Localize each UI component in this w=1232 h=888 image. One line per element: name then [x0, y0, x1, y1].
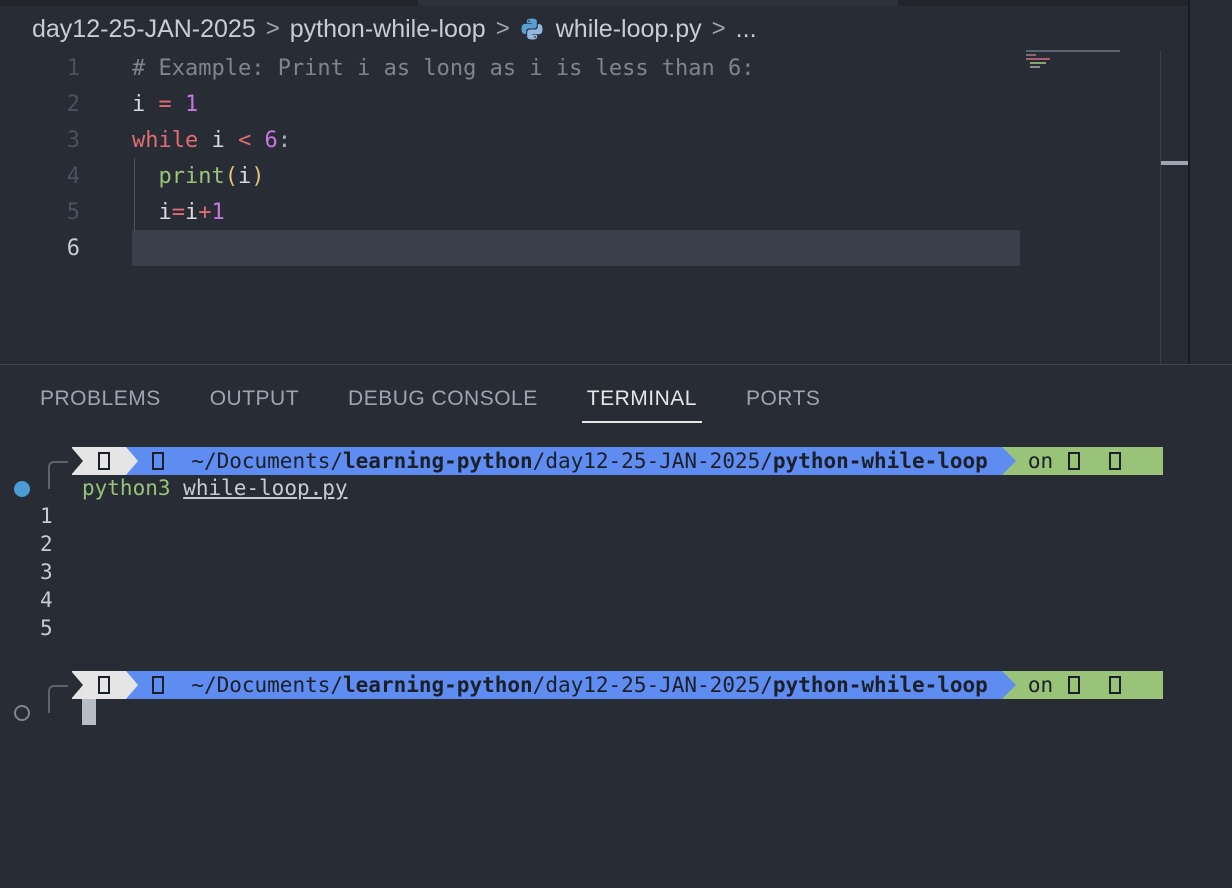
terminal[interactable]: ~/Documents/learning-python/day12-25-JAN…	[0, 365, 1232, 888]
prompt-connector	[48, 685, 68, 713]
terminal-command: python3 while-loop.py	[82, 476, 348, 500]
git-on-label: on	[1027, 673, 1054, 697]
path-prefix: ~/Documents/	[191, 449, 344, 473]
minimap-line	[1026, 50, 1120, 52]
editor-scrollbar[interactable]	[1160, 50, 1188, 364]
command-program: python3	[82, 476, 171, 500]
path-segment: ~/Documents/learning-python/day12-25-JAN…	[126, 447, 1016, 475]
bottom-panel: PROBLEMS OUTPUT DEBUG CONSOLE TERMINAL P…	[0, 364, 1232, 888]
terminal-output-line: 3	[40, 560, 53, 584]
minimap-line	[1026, 58, 1050, 60]
code-text: print(i)	[158, 163, 265, 189]
line-number: 1	[66, 55, 80, 81]
code-text: i=i+1	[158, 199, 225, 225]
terminal-cursor	[82, 699, 96, 725]
minimap-line	[1026, 54, 1036, 56]
code-line[interactable]: 2 i = 1	[0, 86, 1160, 122]
breadcrumb-symbols[interactable]: ...	[736, 15, 757, 44]
prompt-connector	[48, 461, 68, 489]
os-segment	[71, 671, 138, 699]
path-part: python-while-loop	[772, 673, 988, 697]
active-tab-indicator	[418, 0, 898, 6]
code-comment: # Example: Print i as long as i is less …	[132, 55, 755, 81]
minimap[interactable]	[1026, 48, 1136, 78]
line-number: 4	[66, 163, 80, 189]
code-text: i = 1	[132, 91, 199, 117]
breadcrumb: day12-25-JAN-2025 > python-while-loop > …	[32, 12, 757, 46]
code-text: while i < 6:	[132, 127, 291, 153]
path-prefix: ~/Documents/	[191, 673, 344, 697]
git-branch-icon	[1067, 452, 1080, 470]
path-part: /day12-25-JAN-2025/	[532, 673, 773, 697]
terminal-os-icon	[98, 676, 110, 694]
code-line[interactable]: 1 # Example: Print i as long as i is les…	[0, 50, 1160, 86]
line-number: 6	[66, 235, 80, 261]
code-line[interactable]: 5 i=i+1	[0, 194, 1160, 230]
path-part: /day12-25-JAN-2025/	[532, 449, 773, 473]
path-part: python-while-loop	[772, 449, 988, 473]
path-segment: ~/Documents/learning-python/day12-25-JAN…	[126, 671, 1016, 699]
os-segment	[71, 447, 138, 475]
git-on-label: on	[1027, 449, 1054, 473]
editor-tab-strip	[0, 0, 1188, 6]
terminal-output-line: 2	[40, 532, 53, 556]
breadcrumb-folder-python-while-loop[interactable]: python-while-loop	[290, 15, 486, 44]
code-line[interactable]: 6	[0, 230, 1160, 266]
git-branch-icon	[1067, 676, 1080, 694]
code-editor[interactable]: 1 # Example: Print i as long as i is les…	[0, 50, 1160, 364]
folder-icon	[152, 452, 164, 470]
terminal-os-icon	[98, 452, 110, 470]
editor-scrollbar-thumb[interactable]	[1161, 161, 1188, 165]
path-part: learning-python	[343, 449, 533, 473]
code-line[interactable]: 4 print(i)	[0, 158, 1160, 194]
command-file-link[interactable]: while-loop.py	[183, 476, 347, 500]
terminal-output-line: 5	[40, 616, 53, 640]
minimap-line	[1030, 66, 1040, 68]
line-number: 3	[66, 127, 80, 153]
minimap-line	[1030, 62, 1046, 64]
python-file-icon	[521, 18, 543, 40]
terminal-output-line: 1	[40, 504, 53, 528]
git-status-icon	[1109, 452, 1122, 470]
command-pending-dot[interactable]	[14, 705, 30, 721]
git-segment: on	[1001, 671, 1164, 699]
breadcrumb-folder-day12[interactable]: day12-25-JAN-2025	[32, 15, 256, 44]
chevron-right-icon: >	[265, 15, 280, 42]
terminal-output-line: 4	[40, 588, 53, 612]
breadcrumb-file[interactable]: while-loop.py	[556, 15, 702, 44]
chevron-right-icon: >	[495, 15, 510, 42]
chevron-right-icon: >	[711, 15, 726, 42]
git-segment: on	[1001, 447, 1164, 475]
path-part: learning-python	[343, 673, 533, 697]
code-line[interactable]: 3 while i < 6:	[0, 122, 1160, 158]
command-success-dot[interactable]	[14, 481, 30, 497]
line-number: 5	[66, 199, 80, 225]
side-gutter	[1190, 0, 1232, 364]
folder-icon	[152, 676, 164, 694]
prompt-bar: ~/Documents/learning-python/day12-25-JAN…	[71, 671, 1164, 699]
prompt-bar: ~/Documents/learning-python/day12-25-JAN…	[71, 447, 1164, 475]
git-status-icon	[1109, 676, 1122, 694]
line-number: 2	[66, 91, 80, 117]
